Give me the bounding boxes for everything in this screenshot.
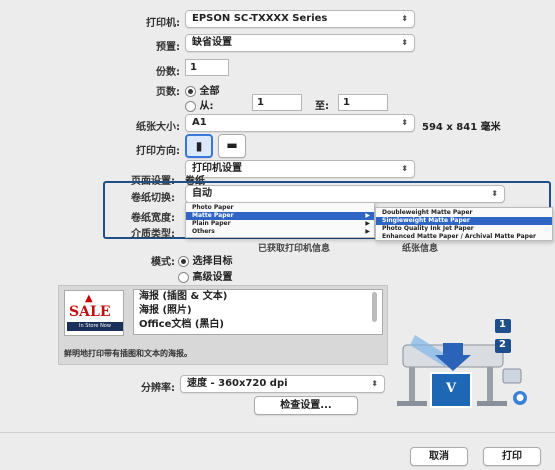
menu-item-matte-paper[interactable]: Matte Paper ▶ xyxy=(186,212,374,220)
updown-arrow-icon: ⬍ xyxy=(401,38,408,47)
mode-label: 模式: xyxy=(151,257,175,268)
target-item-poster-photo[interactable]: 海报 (照片) xyxy=(134,304,382,318)
landscape-button[interactable]: ▬ xyxy=(218,134,246,158)
preset-popup[interactable]: 缺省设置 ⬍ xyxy=(185,34,415,52)
sale-thumbnail-banner: In Store Now xyxy=(67,322,123,331)
submenu-arrow-icon: ▶ xyxy=(365,228,370,235)
bottom-divider xyxy=(0,432,555,433)
pages-from-label: 从: xyxy=(199,101,214,112)
target-list[interactable]: 海报 (插图 & 文本) 海报 (照片) Office文档 (黑白) xyxy=(133,289,383,335)
pages-from-radio-row[interactable]: 从: xyxy=(185,97,213,112)
submenu-item-singleweight[interactable]: Singleweight Matte Paper xyxy=(376,217,552,225)
mode-advanced-row[interactable]: 高级设置 xyxy=(178,268,232,283)
target-list-scrollbar[interactable] xyxy=(372,292,377,322)
paper-size-value: A1 xyxy=(192,117,207,128)
updown-arrow-icon: ⬍ xyxy=(401,118,408,127)
mode-advanced-radio[interactable] xyxy=(178,271,189,283)
help-icon[interactable]: ● xyxy=(513,391,527,405)
resolution-value: 速度 - 360x720 dpi xyxy=(187,378,288,389)
target-description: 鲜明地打印带有插图和文本的海报。 xyxy=(64,349,192,358)
sale-thumbnail-text: SALE xyxy=(69,304,111,320)
printer-badge-2: 2 xyxy=(499,339,506,350)
pages-label: 页数: xyxy=(156,87,180,98)
sale-thumbnail: ▲ SALE In Store Now xyxy=(64,290,124,336)
paper-size-label: 纸张大小: xyxy=(136,122,180,133)
pages-all-radio[interactable] xyxy=(185,85,196,97)
mode-select-target-label: 选择目标 xyxy=(192,256,233,267)
pages-all-label: 全部 xyxy=(199,86,220,97)
updown-arrow-icon: ⬍ xyxy=(491,189,498,198)
section-popup[interactable]: 打印机设置 ⬍ xyxy=(185,160,415,178)
submenu-item-enhanced[interactable]: Enhanced Matte Paper / Archival Matte Pa… xyxy=(376,233,552,241)
printer-badge-v: V xyxy=(446,381,457,396)
printer-badge-1: 1 xyxy=(499,319,506,330)
updown-arrow-icon: ⬍ xyxy=(401,164,408,173)
preset-value: 缺省设置 xyxy=(192,37,232,48)
orientation-label: 打印方向: xyxy=(136,146,180,157)
media-type-menu[interactable]: Photo Paper Matte Paper ▶ Plain Paper ▶ Ot… xyxy=(185,202,375,238)
paper-size-popup[interactable]: A1 ⬍ xyxy=(185,114,415,132)
check-settings-button[interactable]: 检查设置... xyxy=(254,396,358,415)
landscape-person-icon: ▬ xyxy=(226,138,238,152)
print-button[interactable]: 打印 xyxy=(483,447,541,466)
mode-select-target-radio[interactable] xyxy=(178,255,189,267)
paper-size-dims: 594 x 841 毫米 xyxy=(422,122,501,133)
submenu-item-photo-quality[interactable]: Photo Quality Ink Jet Paper xyxy=(376,225,552,233)
portrait-button[interactable]: ▮ xyxy=(185,134,213,158)
pages-from-radio[interactable] xyxy=(185,100,196,112)
mode-advanced-label: 高级设置 xyxy=(192,272,233,283)
printer-popup[interactable]: EPSON SC-TXXXX Series ⬍ xyxy=(185,10,415,28)
roll-switch-value: 自动 xyxy=(192,188,212,199)
roll-width-label: 卷纸宽度: xyxy=(131,213,175,224)
submenu-item-doubleweight[interactable]: Doubleweight Matte Paper xyxy=(376,209,552,217)
copies-field[interactable]: 1 xyxy=(185,59,229,76)
mode-select-target-row[interactable]: 选择目标 xyxy=(178,252,232,267)
pages-to-label: 至: xyxy=(315,101,329,112)
roll-switch-popup[interactable]: 自动 ⬍ xyxy=(185,185,505,203)
roll-switch-label: 卷纸切换: xyxy=(131,193,175,204)
matte-submenu[interactable]: Doubleweight Matte Paper Singleweight Ma… xyxy=(375,207,553,241)
updown-arrow-icon: ⬍ xyxy=(401,14,408,23)
menu-item-plain-paper[interactable]: Plain Paper ▶ xyxy=(186,220,374,228)
obtain-info-button[interactable]: 已获取打印机信息 xyxy=(258,241,330,254)
cancel-button[interactable]: 取消 xyxy=(410,447,468,466)
resolution-popup[interactable]: 速度 - 360x720 dpi ⬍ xyxy=(180,375,385,393)
pages-to-field[interactable]: 1 xyxy=(338,94,388,111)
submenu-arrow-icon: ▶ xyxy=(365,212,370,219)
target-item-poster-illustration[interactable]: 海报 (插图 & 文本) xyxy=(134,290,382,304)
resolution-label: 分辨率: xyxy=(141,383,175,394)
portrait-person-icon: ▮ xyxy=(195,139,203,153)
updown-arrow-icon: ⬍ xyxy=(371,379,378,388)
pages-from-field[interactable]: 1 xyxy=(252,94,302,111)
submenu-arrow-icon: ▶ xyxy=(365,220,370,227)
media-type-label: 介质类型: xyxy=(131,229,175,240)
paper-info-button[interactable]: 纸张信息 xyxy=(402,241,438,254)
preset-label: 预置: xyxy=(156,42,180,53)
pages-all-radio-row[interactable]: 全部 xyxy=(185,82,219,97)
menu-item-others[interactable]: Others ▶ xyxy=(186,228,374,236)
shoe-icon: ▲ xyxy=(85,293,93,304)
printer-value: EPSON SC-TXXXX Series xyxy=(192,13,328,24)
menu-item-photo-paper[interactable]: Photo Paper xyxy=(186,204,374,212)
printer-label: 打印机: xyxy=(146,18,180,29)
printer-illustration: 1 2 V xyxy=(395,305,525,410)
copies-label: 份数: xyxy=(156,67,180,78)
target-item-office-bw[interactable]: Office文档 (黑白) xyxy=(134,318,382,332)
